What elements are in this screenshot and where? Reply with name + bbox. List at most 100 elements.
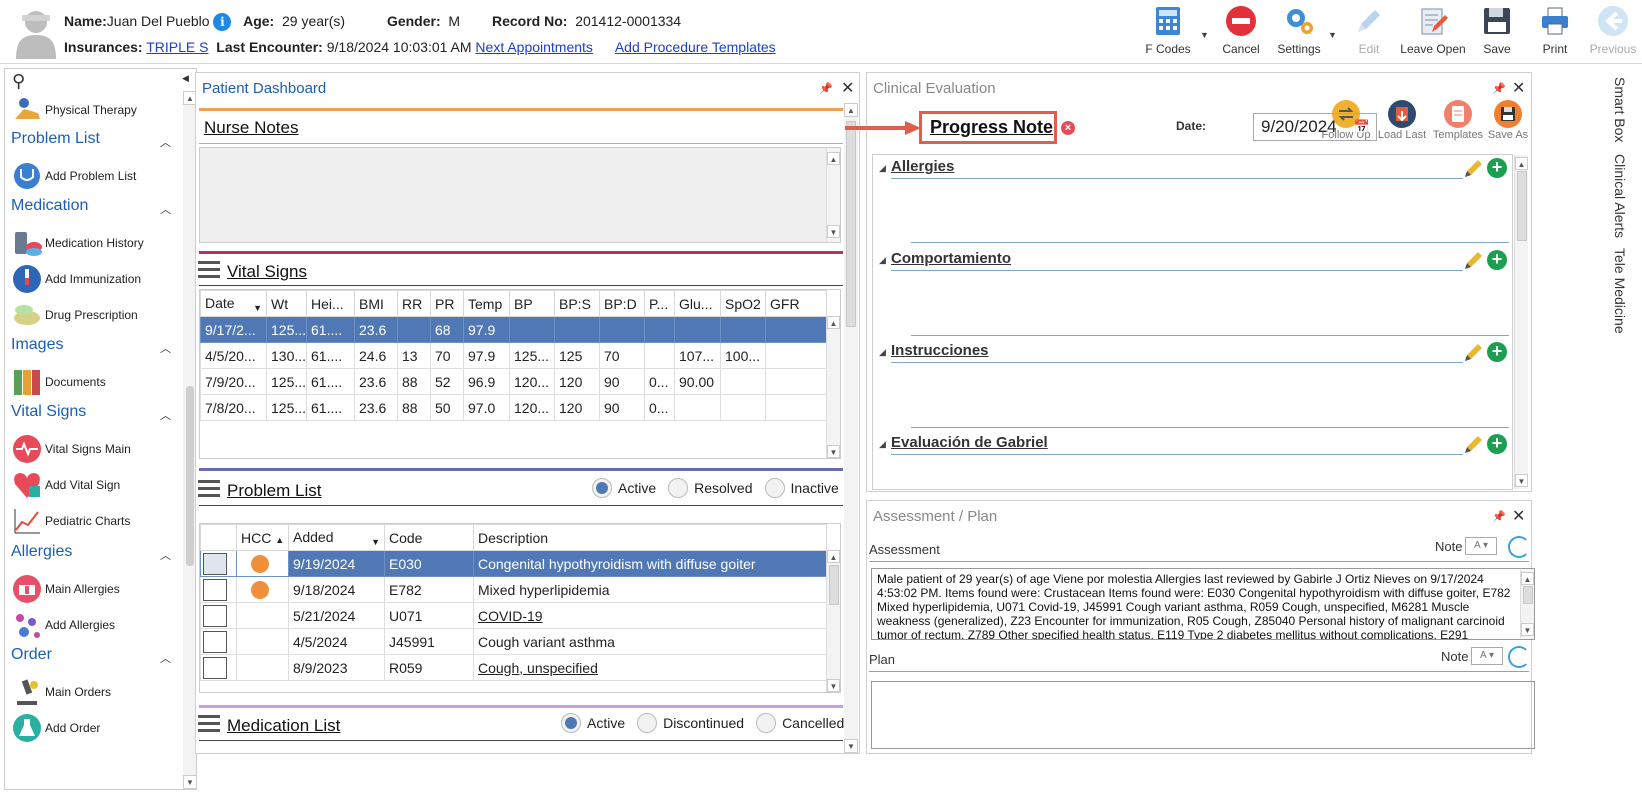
scroll-up-icon[interactable]: ▲ xyxy=(1521,572,1534,585)
table-row[interactable]: 8/9/2023 R059 Cough, unspecified xyxy=(200,654,827,681)
add-procedure-templates-link[interactable]: Add Procedure Templates xyxy=(615,39,776,55)
vital-col-header[interactable]: P... xyxy=(644,290,675,317)
nav-medication-history[interactable]: Medication History xyxy=(11,226,144,260)
close-icon[interactable]: ✕ xyxy=(841,78,854,98)
vital-col-header[interactable]: BMI xyxy=(354,290,398,317)
row-checkbox[interactable] xyxy=(200,628,237,655)
nav-documents[interactable]: Documents xyxy=(11,365,106,399)
row-checkbox[interactable] xyxy=(200,654,237,681)
settings-dropdown-icon[interactable]: ▼ xyxy=(1328,4,1340,62)
vital-col-header[interactable]: PR xyxy=(430,290,464,317)
info-icon[interactable]: i xyxy=(213,13,232,32)
scroll-up-icon[interactable]: ▲ xyxy=(827,152,840,165)
row-checkbox[interactable] xyxy=(200,602,237,629)
next-appointments-link[interactable]: Next Appointments xyxy=(475,39,593,55)
close-icon[interactable]: ✕ xyxy=(1512,506,1525,526)
vital-col-header[interactable]: Hei... xyxy=(306,290,355,317)
nurse-notes-scrollbar[interactable]: ▲ ▼ xyxy=(826,148,840,242)
calendar-icon[interactable]: 📅 xyxy=(1354,119,1370,135)
assessment-textarea[interactable]: Male patient of 29 year(s) of age Viene … xyxy=(871,568,1535,640)
fcodes-dropdown-icon[interactable]: ▼ xyxy=(1200,4,1212,62)
save-as-button[interactable]: Save As xyxy=(1480,99,1536,141)
nav-main-orders[interactable]: Main Orders xyxy=(11,675,111,709)
insurance-link[interactable]: TRIPLE S xyxy=(146,39,208,55)
progress-note-title[interactable]: Progress Note xyxy=(930,117,1053,138)
scroll-up-icon[interactable]: ▲ xyxy=(827,316,840,329)
pin-icon[interactable]: 📌 xyxy=(1492,510,1506,523)
table-row[interactable]: 5/21/2024 U071 COVID-19 xyxy=(200,602,827,629)
tab-clinical-alerts[interactable]: Clinical Alerts xyxy=(1612,154,1628,238)
nav-scroll-down-icon[interactable]: ▼ xyxy=(183,775,196,789)
col-hcc[interactable]: HCC ▲ xyxy=(236,524,289,551)
clinical-scrollbar[interactable]: ▲ ▼ xyxy=(1514,155,1528,489)
add-allergies-plus-icon[interactable]: + xyxy=(1487,158,1507,178)
nav-group-order[interactable]: Order ︿ xyxy=(11,646,171,666)
date-field[interactable]: 9/20/2024 📅 xyxy=(1253,113,1377,141)
nav-add-order[interactable]: Add Order xyxy=(11,711,100,745)
scroll-down-icon[interactable]: ▼ xyxy=(827,445,840,458)
scroll-down-icon[interactable]: ▼ xyxy=(1515,474,1528,487)
medication-discontinued-radio[interactable]: Discontinued xyxy=(637,713,744,733)
plan-textarea[interactable] xyxy=(871,681,1535,749)
plan-refresh-icon[interactable] xyxy=(1508,646,1530,668)
pin-icon[interactable]: 📌 xyxy=(1492,82,1506,95)
row-checkbox[interactable] xyxy=(200,576,237,603)
search-icon[interactable]: ⚲ xyxy=(12,71,25,92)
vital-col-header[interactable]: BP xyxy=(509,290,555,317)
vital-col-header[interactable]: SpO2 xyxy=(720,290,766,317)
add-evaluacion-plus-icon[interactable]: + xyxy=(1487,434,1507,454)
nav-group-images[interactable]: Images ︿ xyxy=(11,336,171,356)
assessment-scrollbar[interactable]: ▲ ▼ xyxy=(1520,570,1534,638)
assessment-note-dropdown[interactable]: A ▾ xyxy=(1465,537,1497,555)
previous-button[interactable]: Previous xyxy=(1584,4,1642,62)
problem-list-menu-icon[interactable] xyxy=(198,480,220,498)
nav-main-allergies[interactable]: Main Allergies xyxy=(11,572,120,606)
add-comportamiento-plus-icon[interactable]: + xyxy=(1487,250,1507,270)
nav-group-medication[interactable]: Medication ︿ xyxy=(11,197,171,217)
save-button[interactable]: Save xyxy=(1468,4,1526,62)
section-comportamiento-title[interactable]: Comportamiento xyxy=(891,250,1011,267)
scroll-down-icon[interactable]: ▼ xyxy=(827,679,840,692)
medication-cancelled-radio[interactable]: Cancelled xyxy=(756,713,844,733)
dashboard-scrollbar[interactable]: ▲ ▼ xyxy=(844,103,858,753)
medication-list-title[interactable]: Medication List xyxy=(227,716,340,736)
table-row[interactable]: 4/5/20... 130... 61.... 24.6 13 70 97.9 125... 1… xyxy=(200,342,827,369)
close-icon[interactable]: ✕ xyxy=(1512,78,1525,98)
vital-col-header[interactable]: BP:S xyxy=(554,290,600,317)
collapse-triangle-icon[interactable]: ◢ xyxy=(879,255,886,266)
scroll-down-icon[interactable]: ▼ xyxy=(827,225,840,238)
problem-resolved-radio[interactable]: Resolved xyxy=(668,478,753,498)
nav-vital-signs-main[interactable]: Vital Signs Main xyxy=(11,432,131,466)
col-description[interactable]: Description xyxy=(473,524,827,551)
cancel-button[interactable]: Cancel xyxy=(1212,4,1270,62)
vital-signs-scrollbar[interactable]: ▲ ▼ xyxy=(826,316,840,458)
nav-add-problem-list[interactable]: Add Problem List xyxy=(11,159,136,193)
scroll-down-icon[interactable]: ▼ xyxy=(844,739,858,753)
nav-group-allergies[interactable]: Allergies ︿ xyxy=(11,543,171,563)
vital-col-header[interactable]: RR xyxy=(397,290,431,317)
vital-signs-title[interactable]: Vital Signs xyxy=(227,262,307,282)
nav-group-vital-signs[interactable]: Vital Signs ︿ xyxy=(11,403,171,423)
table-row[interactable]: 4/5/2024 J45991 Cough variant asthma xyxy=(200,628,827,655)
col-added[interactable]: Added ▼ xyxy=(288,524,385,551)
vital-col-header[interactable]: GFR xyxy=(765,290,827,317)
medication-list-menu-icon[interactable] xyxy=(198,715,220,733)
col-select[interactable] xyxy=(200,524,237,551)
nav-add-allergies[interactable]: Add Allergies xyxy=(11,608,115,642)
table-row[interactable]: 9/18/2024 E782 Mixed hyperlipidemia xyxy=(200,576,827,603)
table-row[interactable]: 7/9/20... 125... 61.... 23.6 88 52 96.9 120... 1… xyxy=(200,368,827,395)
plan-note-dropdown[interactable]: A ▾ xyxy=(1471,647,1503,665)
collapse-nav-icon[interactable]: ◀ xyxy=(182,73,189,84)
edit-allergies-pencil-icon[interactable] xyxy=(1463,157,1485,179)
table-row[interactable]: 9/19/2024 E030 Congenital hypothyroidism w… xyxy=(200,550,827,577)
section-instrucciones-title[interactable]: Instrucciones xyxy=(891,342,989,359)
nav-add-vital-sign[interactable]: Add Vital Sign xyxy=(11,468,120,502)
scroll-thumb[interactable] xyxy=(829,565,839,605)
collapse-triangle-icon[interactable]: ◢ xyxy=(879,439,886,450)
scroll-up-icon[interactable]: ▲ xyxy=(844,103,858,117)
scroll-down-icon[interactable]: ▼ xyxy=(1521,623,1534,636)
section-allergies-title[interactable]: Allergies xyxy=(891,158,954,175)
vital-col-header[interactable]: Date ▼ xyxy=(200,290,267,317)
vital-col-header[interactable]: Wt xyxy=(266,290,307,317)
col-code[interactable]: Code xyxy=(384,524,474,551)
